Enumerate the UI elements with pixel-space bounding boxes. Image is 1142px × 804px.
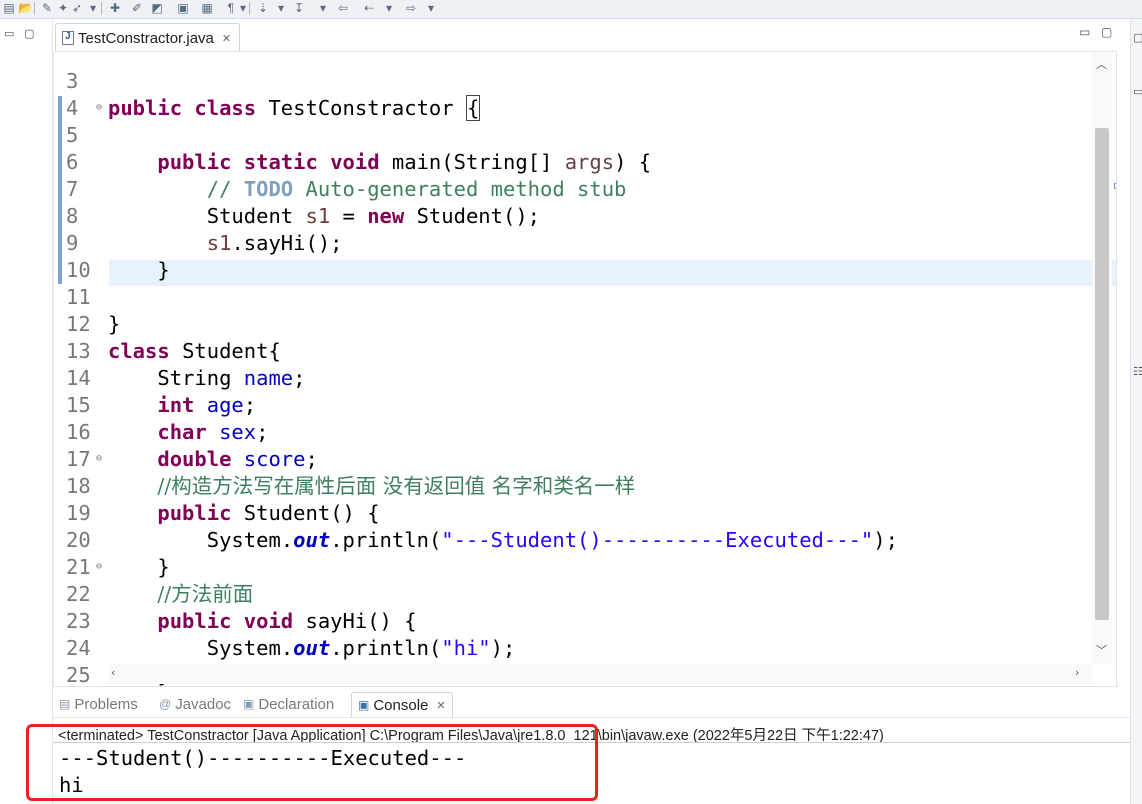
tab-javadoc[interactable]: @ Javadoc — [159, 692, 231, 716]
tab-console[interactable]: ▣ Console ✕ — [351, 692, 453, 717]
close-icon[interactable]: ✕ — [222, 32, 231, 45]
code-line: 17 //构造方法写在属性后面 没有返回值 名字和类名一样 — [66, 447, 636, 498]
scroll-left-icon[interactable]: ‹ — [111, 666, 115, 679]
code-line: 10 — [66, 258, 91, 282]
java-file-icon — [62, 31, 74, 45]
code-line: 18 ⊖ public Student() { — [54, 446, 380, 525]
editor-tab-label: TestConstractor.java — [78, 29, 214, 47]
minimize-icon[interactable]: ▭ — [4, 27, 14, 40]
next-annotation-icon[interactable]: ↧ — [292, 1, 306, 15]
chevron-down-icon[interactable]: ▾ — [236, 1, 250, 15]
code-line: 3 public class TestConstractor { — [66, 69, 481, 121]
open-folder-icon[interactable]: ▤ — [2, 1, 16, 15]
code-line: 9 } — [66, 231, 170, 282]
chevron-down-icon[interactable]: ▾ — [424, 1, 438, 15]
toolbar-separator — [34, 2, 35, 15]
left-minimized-panel: ▭ ▢ — [0, 19, 53, 804]
code-line: 23 System.out.println("hi"); — [66, 609, 516, 660]
tab-label: Javadoc — [175, 695, 232, 713]
highlight-icon[interactable]: ◩ — [150, 1, 164, 15]
tools-icon[interactable]: ✎ — [40, 1, 54, 15]
code-editor[interactable]: 3 public class TestConstractor { 4 5 ⊖ pu… — [53, 51, 1117, 687]
code-line: 20 } — [66, 528, 170, 579]
toolbar-separator — [101, 2, 102, 15]
code-line: 13 String name; — [66, 339, 306, 390]
tools-icon[interactable]: ✦ — [56, 1, 70, 15]
current-line-highlight — [109, 260, 1116, 286]
restore-icon[interactable]: ▢ — [1133, 31, 1142, 44]
divider — [53, 742, 1130, 743]
toolbar-separator — [249, 2, 250, 15]
fold-icon: ⊖ — [96, 453, 103, 464]
annotation-icon[interactable]: ⇣ — [256, 1, 270, 15]
console-view[interactable]: <terminated> TestConstractor [Java Appli… — [53, 718, 1130, 804]
scroll-right-icon[interactable]: › — [1075, 666, 1079, 679]
console-output-line: ---Student()----------Executed--- — [59, 746, 467, 770]
forward-icon[interactable]: ⇨ — [404, 1, 418, 15]
horizontal-scrollbar[interactable]: ‹ › — [109, 664, 1092, 684]
chevron-down-icon[interactable]: ▾ — [316, 1, 330, 15]
code-line: 12 class Student{ — [66, 312, 281, 363]
code-line: 19 System.out.println("---Student()-----… — [66, 501, 898, 552]
run-icon[interactable]: ➶ — [70, 1, 84, 15]
chevron-down-icon[interactable]: ▾ — [382, 1, 396, 15]
code-line: 8 s1.sayHi(); — [66, 204, 343, 255]
fold-icon: ⊖ — [96, 102, 103, 113]
editor-tab-bar: TestConstractor.java ✕ ▭ ▢ — [53, 19, 1130, 52]
tab-label: Console — [373, 696, 429, 714]
maximize-icon[interactable]: ▢ — [1101, 25, 1112, 39]
code-line: 5 ⊖ public static void main(String[] args… — [54, 95, 651, 174]
vertical-scrollbar[interactable]: ︿ ﹀ — [1092, 52, 1112, 664]
chevron-down-icon[interactable]: ▾ — [274, 1, 288, 15]
javadoc-icon: @ — [159, 697, 172, 711]
editor-tab-testconstractor[interactable]: TestConstractor.java ✕ — [55, 23, 241, 52]
prev-annotation-icon[interactable]: ⇦ — [336, 1, 350, 15]
problems-icon: ▤ — [59, 697, 71, 711]
scroll-down-icon[interactable]: ﹀ — [1096, 642, 1107, 658]
back-icon[interactable]: ⇠ — [362, 1, 376, 15]
main-toolbar: ▤ 📂 ✎ ✦ ➶ ▾ ✚ ✐ ◩ ▣ ▦ ¶ ▾ ⇣ ▾ ↧ ▾ ⇦ ⇠ ▾ … — [0, 0, 1142, 19]
bottom-view-tabs: ▤ Problems @ Javadoc ▣ Declaration ▣ Con… — [53, 689, 1130, 718]
tab-declaration[interactable]: ▣ Declaration — [243, 692, 334, 716]
code-line: 16 double score; — [66, 420, 318, 471]
scroll-up-icon[interactable]: ︿ — [1096, 56, 1107, 72]
code-line: 7 Student s1 = new Student(); — [66, 177, 541, 228]
code-line: 24 } — [66, 636, 170, 686]
overview-ruler-marker[interactable] — [1114, 183, 1116, 189]
save-icon[interactable]: ▦ — [200, 1, 214, 15]
declaration-icon: ▣ — [243, 697, 255, 711]
chevron-down-icon[interactable]: ▾ — [86, 1, 100, 15]
fold-icon: ⊖ — [96, 561, 103, 572]
minimize-icon[interactable]: ▭ — [1079, 25, 1090, 39]
tab-label: Declaration — [258, 695, 335, 713]
code-line: 11 } — [66, 285, 121, 336]
debug-icon[interactable]: ✚ — [108, 1, 122, 15]
code-line: 22 ⊖ public void sayHi() { — [54, 554, 417, 633]
outline-icon[interactable]: ▭ — [1133, 85, 1142, 98]
tab-label: Problems — [74, 695, 138, 713]
code-line: 25 } — [66, 663, 91, 687]
code-line: 6 // TODO Auto-generated method stub — [66, 150, 627, 201]
scrollbar-thumb[interactable] — [1095, 128, 1109, 620]
tab-problems[interactable]: ▤ Problems — [59, 692, 138, 716]
close-icon[interactable]: ✕ — [436, 699, 445, 712]
console-icon: ▣ — [358, 698, 370, 712]
open-folder-icon[interactable]: 📂 — [18, 1, 33, 15]
code-line: 21 //方法前面 — [66, 555, 254, 606]
task-list-icon[interactable]: ☷ — [1133, 365, 1142, 378]
code-line: 14 int age; — [66, 366, 257, 417]
new-file-icon[interactable]: ▣ — [176, 1, 190, 15]
code-line: 15 char sex; — [66, 393, 269, 444]
console-output-line: hi — [59, 773, 84, 797]
maximize-icon[interactable]: ▢ — [24, 27, 34, 40]
right-minimized-panel: ▢ ▭ ☷ — [1130, 19, 1142, 804]
code-line: 4 — [66, 96, 79, 120]
edit-icon[interactable]: ✐ — [130, 1, 144, 15]
